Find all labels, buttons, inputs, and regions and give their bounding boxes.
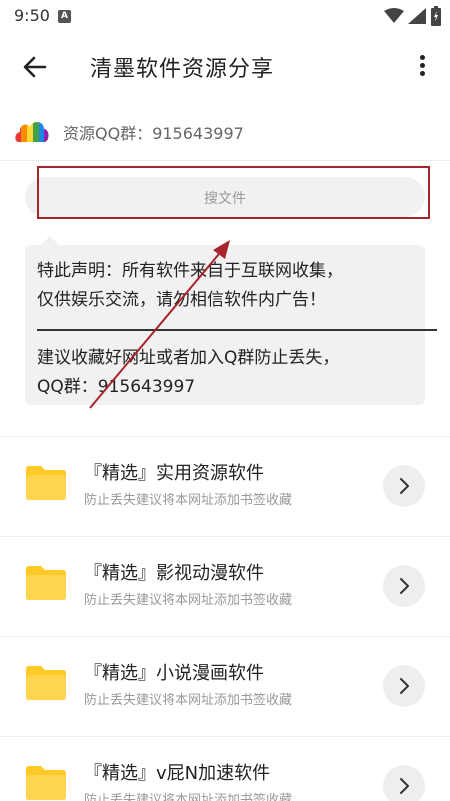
divider [0,160,450,161]
notice-divider [37,315,437,344]
open-folder-button[interactable] [383,665,425,707]
list-item[interactable]: 『精选』实用资源软件 防止丢失建议将本网址添加书签收藏 [0,436,450,536]
folder-subtitle: 防止丢失建议将本网址添加书签收藏 [84,493,293,508]
folder-name: 『精选』实用资源软件 [84,463,264,484]
list-item[interactable]: 『精选』影视动漫软件 防止丢失建议将本网址添加书签收藏 [0,536,450,636]
highlight-box [37,166,430,219]
open-folder-button[interactable] [383,765,425,801]
folder-icon [26,666,66,700]
signal-icon [408,8,426,24]
notice-line-3: 建议收藏好网址或者加入Q群防止丢失， [37,348,340,368]
arrow-left-icon[interactable] [20,52,50,82]
open-folder-button[interactable] [383,565,425,607]
folder-name: 『精选』影视动漫软件 [84,563,264,584]
folder-icon [26,466,66,500]
status-time: 9:50 [14,6,50,25]
status-bar: 9:50 A [0,0,450,34]
wifi-icon [384,8,404,23]
notice-panel: 特此声明：所有软件来自于互联网收集， 仅供娱乐交流，请勿相信软件内广告！ 建议收… [25,245,437,405]
chevron-right-icon [400,478,409,494]
notice-line-2: 仅供娱乐交流，请勿相信软件内广告！ [37,290,326,310]
app-bar: 清墨软件资源分享 [0,34,450,98]
folder-list: 『精选』实用资源软件 防止丢失建议将本网址添加书签收藏 『精选』影视动漫软件 防… [0,436,450,801]
notice-line-4: QQ群：915643997 [37,377,196,397]
folder-subtitle: 防止丢失建议将本网址添加书签收藏 [84,693,293,708]
chevron-right-icon [400,578,409,594]
page-title: 清墨软件资源分享 [90,57,275,82]
chevron-right-icon [400,678,409,694]
folder-subtitle: 防止丢失建议将本网址添加书签收藏 [84,593,293,608]
list-item[interactable]: 『精选』v屁N加速软件 防止丢失建议将本网址添加书签收藏 [0,736,450,801]
qq-group-row: 资源QQ群：915643997 [0,108,450,154]
open-folder-button[interactable] [383,465,425,507]
qq-group-text: 资源QQ群：915643997 [63,124,244,143]
battery-icon [431,6,441,26]
folder-icon [26,766,66,800]
colorful-cloud-icon [15,121,49,142]
notice-line-1: 特此声明：所有软件来自于互联网收集， [37,261,343,281]
folder-name: 『精选』小说漫画软件 [84,663,264,684]
folder-subtitle: 防止丢失建议将本网址添加书签收藏 [84,793,293,801]
folder-name: 『精选』v屁N加速软件 [84,763,271,784]
chevron-right-icon [400,778,409,794]
more-vert-icon[interactable] [410,52,434,82]
folder-icon [26,566,66,600]
notification-a-icon: A [58,10,71,23]
list-item[interactable]: 『精选』小说漫画软件 防止丢失建议将本网址添加书签收藏 [0,636,450,736]
